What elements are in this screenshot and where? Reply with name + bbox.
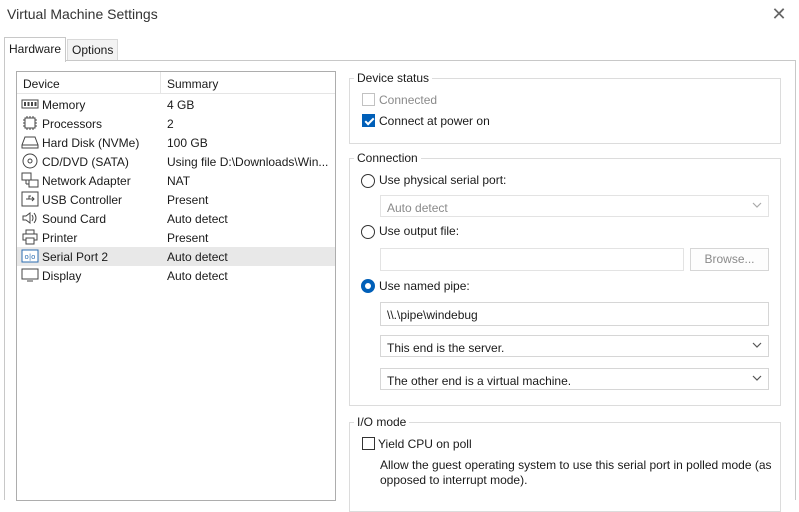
device-row-serial-port-2[interactable]: o|o Serial Port 2 Auto detect (17, 247, 335, 266)
device-summary: 4 GB (167, 98, 195, 112)
close-icon[interactable]: ✕ (769, 4, 789, 24)
pipe-end-role-select[interactable]: This end is the server. (380, 335, 769, 357)
pipe-other-end-select[interactable]: The other end is a virtual machine. (380, 368, 769, 390)
device-name: Memory (42, 98, 86, 112)
display-icon (21, 268, 39, 282)
connect-at-power-on-label: Connect at power on (379, 114, 490, 128)
sound-card-icon (22, 212, 37, 224)
output-file-label: Use output file: (379, 224, 460, 238)
named-pipe-radio[interactable] (361, 279, 375, 293)
device-summary: Using file D:\Downloads\Win... (167, 155, 329, 169)
chevron-down-icon (752, 202, 762, 208)
device-name: CD/DVD (SATA) (42, 155, 129, 169)
connect-at-power-on-checkbox[interactable] (362, 114, 375, 127)
device-row-printer[interactable]: Printer Present (17, 228, 335, 247)
named-pipe-value: \\.\pipe\windebug (387, 308, 478, 322)
device-summary: Auto detect (167, 250, 228, 264)
device-name: Hard Disk (NVMe) (42, 136, 140, 150)
device-row-processors[interactable]: Processors 2 (17, 114, 335, 133)
output-file-radio[interactable] (361, 225, 375, 239)
tab-options[interactable]: Options (67, 39, 119, 61)
column-header-summary[interactable]: Summary (167, 77, 218, 91)
cd-dvd-icon (22, 153, 38, 169)
device-name: Network Adapter (42, 174, 131, 188)
processor-icon (23, 116, 37, 130)
device-row-sound-card[interactable]: Sound Card Auto detect (17, 209, 335, 228)
svg-text:o|o: o|o (25, 253, 36, 261)
device-summary: Present (167, 193, 209, 207)
device-name: Printer (42, 231, 78, 245)
named-pipe-input[interactable]: \\.\pipe\windebug (380, 302, 769, 326)
hard-disk-icon (21, 136, 39, 149)
device-status-group (349, 78, 781, 144)
device-row-memory[interactable]: Memory 4 GB (17, 95, 335, 114)
device-row-hard-disk[interactable]: Hard Disk (NVMe) 100 GB (17, 133, 335, 152)
device-name: Processors (42, 117, 103, 131)
device-row-network-adapter[interactable]: Network Adapter NAT (17, 171, 335, 190)
yield-cpu-checkbox[interactable] (362, 437, 375, 450)
device-list-header: Device Summary (17, 72, 335, 94)
connection-title: Connection (354, 151, 421, 165)
device-summary: Auto detect (167, 212, 228, 226)
usb-controller-icon (21, 191, 39, 207)
device-row-display[interactable]: Display Auto detect (17, 266, 335, 285)
tab-hardware[interactable]: Hardware (4, 37, 67, 62)
physical-serial-port-label: Use physical serial port: (379, 173, 507, 187)
yield-cpu-label: Yield CPU on poll (378, 437, 472, 451)
column-header-device[interactable]: Device (23, 77, 60, 91)
named-pipe-label: Use named pipe: (379, 279, 470, 293)
device-status-title: Device status (354, 71, 433, 85)
output-file-input[interactable] (380, 248, 684, 271)
device-name: USB Controller (42, 193, 123, 207)
io-mode-description: Allow the guest operating system to use … (380, 458, 772, 487)
device-summary: 2 (167, 117, 174, 131)
serial-port-icon: o|o (21, 249, 39, 263)
memory-icon (21, 99, 39, 109)
pipe-end-role-value: This end is the server. (387, 341, 505, 355)
physical-serial-port-radio[interactable] (361, 174, 375, 188)
connected-label: Connected (379, 93, 438, 107)
column-divider[interactable] (160, 72, 161, 94)
device-row-usb-controller[interactable]: USB Controller Present (17, 190, 335, 209)
device-name: Sound Card (42, 212, 107, 226)
physical-port-value: Auto detect (387, 201, 448, 215)
device-summary: 100 GB (167, 136, 208, 150)
browse-button[interactable]: Browse... (690, 248, 769, 271)
title-bar: Virtual Machine Settings ✕ (0, 0, 799, 30)
io-mode-title: I/O mode (354, 415, 410, 429)
printer-icon (22, 229, 38, 245)
device-row-cd-dvd[interactable]: CD/DVD (SATA) Using file D:\Downloads\Wi… (17, 152, 335, 171)
chevron-down-icon (752, 342, 762, 348)
device-summary: Auto detect (167, 269, 228, 283)
pipe-other-end-value: The other end is a virtual machine. (387, 374, 572, 388)
device-name: Serial Port 2 (42, 250, 109, 264)
network-adapter-icon (21, 172, 39, 188)
window-title: Virtual Machine Settings (7, 6, 158, 22)
physical-port-select[interactable]: Auto detect (380, 195, 769, 217)
device-summary: NAT (167, 174, 191, 188)
chevron-down-icon (752, 375, 762, 381)
device-list[interactable]: Device Summary Memory 4 GB Processors 2 … (16, 71, 336, 501)
device-summary: Present (167, 231, 209, 245)
device-name: Display (42, 269, 82, 283)
connected-checkbox[interactable] (362, 93, 375, 106)
